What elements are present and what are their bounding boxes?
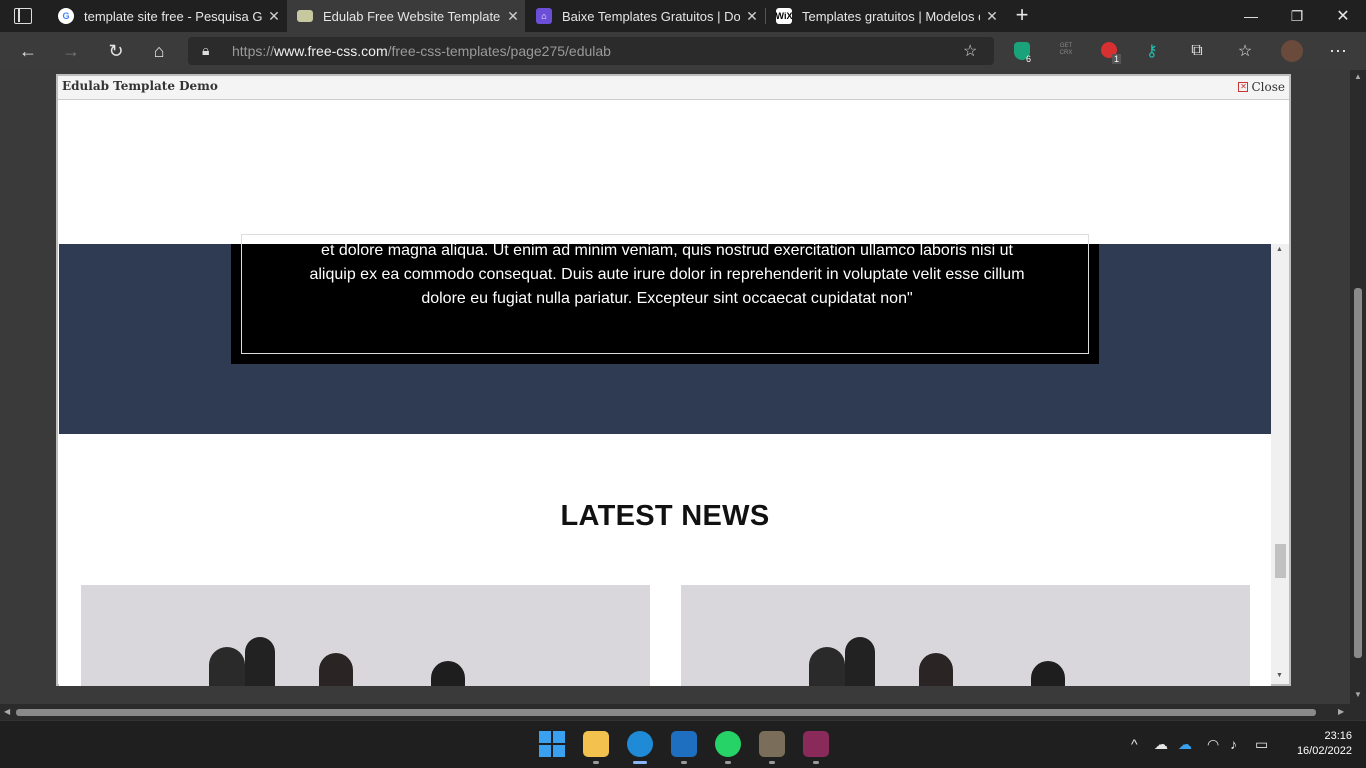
templates-icon: ⌂ — [536, 8, 552, 24]
edge-browser-icon[interactable] — [627, 731, 653, 757]
news-card-image[interactable] — [681, 585, 1250, 686]
scroll-up-icon[interactable]: ▲ — [1276, 246, 1283, 253]
scrollbar-thumb[interactable] — [1275, 544, 1286, 578]
clock-date: 16/02/2022 — [1296, 745, 1352, 757]
get-crx-icon[interactable]: GET CRX — [1056, 43, 1076, 57]
student-figure — [319, 653, 353, 686]
tab-title: Edulab Free Website Template | F — [323, 8, 501, 24]
scroll-left-icon[interactable]: ◀ — [4, 707, 10, 716]
running-indicator — [593, 761, 599, 764]
tab-title: template site free - Pesquisa Goo — [84, 8, 262, 24]
tab-title: Templates gratuitos | Modelos de — [802, 8, 980, 24]
winrar-icon[interactable] — [803, 731, 829, 757]
extension-badge: 6 — [1026, 54, 1032, 64]
url-path: /free-css-templates/page275/edulab — [387, 43, 611, 59]
close-button[interactable]: ✕ Close — [1238, 80, 1285, 94]
demo-dialog: Edulab Template Demo ✕ Close et dolore m… — [56, 74, 1291, 686]
google-icon: G — [58, 8, 74, 24]
scrollbar-thumb[interactable] — [1354, 288, 1362, 658]
wifi-icon[interactable]: ◠ — [1207, 736, 1219, 753]
cloud-icon[interactable]: ☁ — [1154, 736, 1168, 753]
tab-baixe-templates[interactable]: ⌂ Baixe Templates Gratuitos | Down ✕ — [526, 0, 764, 32]
student-figure — [245, 637, 275, 686]
tab-wix-templates[interactable]: WiX Templates gratuitos | Modelos de ✕ — [766, 0, 1004, 32]
file-explorer-icon[interactable] — [583, 731, 609, 757]
student-figure — [845, 637, 875, 686]
news-card-image[interactable] — [81, 585, 650, 686]
lock-icon[interactable]: 🔒︎ — [202, 42, 209, 59]
running-indicator — [769, 761, 775, 764]
student-figure — [1031, 661, 1065, 686]
page-horizontal-scrollbar[interactable]: ◀ ▶ — [0, 704, 1366, 720]
close-icon: ✕ — [1238, 82, 1249, 92]
add-favorite-icon[interactable]: ☆ — [963, 41, 977, 61]
demo-scrollbar[interactable]: ▲ ▼ — [1271, 244, 1289, 684]
volume-icon[interactable]: ♪ — [1230, 736, 1237, 752]
testimonial-border: et dolore magna aliqua. Ut enim ad minim… — [241, 234, 1089, 354]
student-figure — [431, 661, 465, 686]
address-bar[interactable]: 🔒︎ https://www.free-css.com/free-css-tem… — [188, 37, 994, 65]
tab-bar: G template site free - Pesquisa Goo ✕ Ed… — [0, 0, 1366, 32]
restore-icon[interactable]: ❐ — [1274, 0, 1320, 32]
windows-start-icon[interactable] — [539, 731, 565, 757]
testimonial-text: et dolore magna aliqua. Ut enim ad minim… — [309, 242, 1025, 307]
back-icon[interactable]: ← — [15, 38, 41, 64]
favorites-icon[interactable]: ☆ — [1232, 38, 1258, 64]
onedrive-icon[interactable]: ☁ — [1178, 736, 1192, 753]
student-figure — [209, 647, 245, 686]
vscode-icon[interactable] — [671, 731, 697, 757]
close-window-icon[interactable]: ✕ — [1320, 0, 1366, 32]
extensions-icon[interactable]: ⧉ — [1184, 38, 1210, 64]
clock[interactable]: 23:16 16/02/2022 — [1297, 729, 1352, 759]
running-indicator — [633, 761, 647, 764]
clock-time: 23:16 — [1324, 730, 1352, 742]
student-figure — [809, 647, 845, 686]
refresh-icon[interactable]: ↻ — [103, 38, 129, 64]
close-tab-icon[interactable]: ✕ — [740, 8, 764, 25]
taskbar: ^ ☁ ☁ ◠ ♪ ▭ 23:16 16/02/2022 — [0, 720, 1366, 768]
wix-icon: WiX — [776, 8, 792, 24]
scroll-up-icon[interactable]: ▲ — [1354, 72, 1362, 81]
testimonial-box: et dolore magna aliqua. Ut enim ad minim… — [231, 234, 1099, 364]
tab-google-search[interactable]: G template site free - Pesquisa Goo ✕ — [48, 0, 286, 32]
free-css-icon — [297, 10, 313, 22]
running-indicator — [725, 761, 731, 764]
url-text[interactable]: https://www.free-css.com/free-css-templa… — [232, 43, 611, 59]
plus-icon[interactable]: + — [1010, 4, 1034, 28]
demo-content: et dolore magna aliqua. Ut enim ad minim… — [59, 100, 1271, 686]
chevron-up-icon[interactable]: ^ — [1131, 736, 1138, 752]
scroll-down-icon[interactable]: ▼ — [1276, 672, 1283, 679]
running-indicator — [813, 761, 819, 764]
minimize-icon[interactable]: — — [1228, 0, 1274, 32]
whatsapp-icon[interactable] — [715, 731, 741, 757]
scroll-down-icon[interactable]: ▼ — [1354, 690, 1362, 699]
demo-title: Edulab Template Demo — [62, 79, 218, 93]
battery-icon[interactable]: ▭ — [1255, 736, 1268, 753]
scrollbar-thumb[interactable] — [16, 709, 1316, 716]
tab-title: Baixe Templates Gratuitos | Down — [562, 8, 740, 24]
close-tab-icon[interactable]: ✕ — [980, 8, 1004, 25]
home-icon[interactable]: ⌂ — [146, 38, 172, 64]
running-indicator — [681, 761, 687, 764]
testimonial-section: et dolore magna aliqua. Ut enim ad minim… — [59, 234, 1271, 434]
close-tab-icon[interactable]: ✕ — [501, 8, 525, 25]
scroll-right-icon[interactable]: ▶ — [1338, 707, 1344, 716]
navigation-bar: ← → ↻ ⌂ 🔒︎ https://www.free-css.com/free… — [0, 32, 1366, 70]
demo-header: Edulab Template Demo ✕ Close — [58, 76, 1289, 100]
key-icon[interactable]: ⚷ — [1146, 41, 1158, 61]
student-figure — [919, 653, 953, 686]
url-domain: www.free-css.com — [274, 43, 388, 59]
gimp-icon[interactable] — [759, 731, 785, 757]
close-label: Close — [1251, 80, 1285, 94]
page-vertical-scrollbar[interactable]: ▲ ▼ — [1350, 70, 1366, 704]
tab-edulab[interactable]: Edulab Free Website Template | F ✕ — [287, 0, 525, 32]
tab-actions-icon[interactable] — [14, 8, 32, 24]
forward-icon[interactable]: → — [58, 38, 84, 64]
news-heading: LATEST NEWS — [560, 500, 770, 532]
url-prefix: https:// — [232, 43, 275, 59]
close-tab-icon[interactable]: ✕ — [262, 8, 286, 25]
more-options-icon[interactable]: ⋯ — [1325, 38, 1351, 64]
extension-badge: 1 — [1112, 54, 1122, 64]
avatar[interactable] — [1281, 40, 1303, 62]
